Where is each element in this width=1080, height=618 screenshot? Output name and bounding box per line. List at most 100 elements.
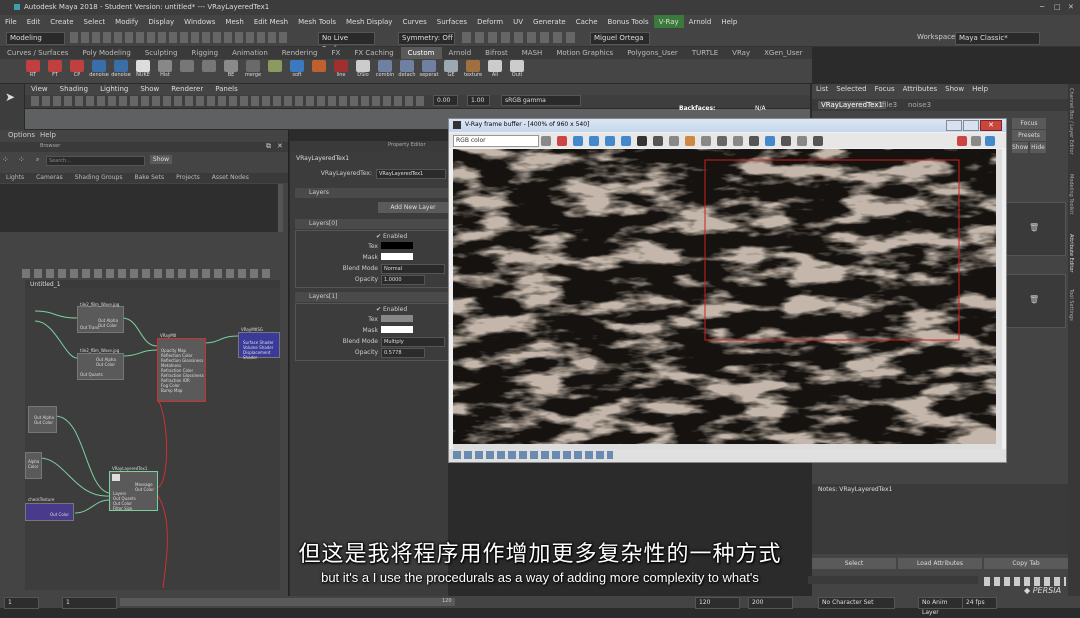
menu-surfaces[interactable]: Surfaces <box>432 15 472 28</box>
shelf-tab-custom[interactable]: Custom <box>400 47 442 59</box>
trash-icon[interactable]: 🗑 <box>1029 223 1039 232</box>
vfb-tool-icon[interactable] <box>557 136 567 146</box>
fps-dropdown[interactable]: 24 fps <box>962 597 997 609</box>
user-account[interactable]: Miguel Ortega <box>590 32 650 45</box>
hypershade-menu-options[interactable]: Options <box>8 131 35 139</box>
shelf-tab-vray[interactable]: VRay <box>725 47 757 59</box>
shelf-button-icon[interactable] <box>356 60 370 72</box>
vfb-tool-icon[interactable] <box>685 136 695 146</box>
browser-tab-asset-nodes[interactable]: Asset Nodes <box>206 173 255 182</box>
browser-content[interactable] <box>0 184 283 232</box>
shelf-button-icon[interactable] <box>290 60 304 72</box>
browser-show-button[interactable]: Show <box>150 155 172 164</box>
layer0-opacity-field[interactable]: 1.0000 <box>381 275 425 285</box>
shelf-button-icon[interactable] <box>466 60 480 72</box>
texture-node-1[interactable]: tile2_fBm_Wave.jpg Out Alpha Out Color Ou… <box>77 302 124 333</box>
vfb-minimize-icon[interactable] <box>946 120 962 131</box>
shelf-tab-motion-graphics[interactable]: Motion Graphics <box>549 47 620 59</box>
browser-tools-icon-2[interactable]: ⁘ <box>18 155 25 164</box>
vfb-tool-icon[interactable] <box>813 136 823 146</box>
browser-tools-icon[interactable]: ⁘ <box>2 155 9 164</box>
show-button[interactable]: Show <box>1012 142 1028 153</box>
vray-layered-tex-node[interactable]: VRayLayeredTex1 Message Out Color Layers O… <box>109 466 158 511</box>
layers-section-header[interactable]: Layers <box>295 188 448 198</box>
browser-tab-bake-sets[interactable]: Bake Sets <box>128 173 170 182</box>
shelf-button-icon[interactable] <box>268 60 282 72</box>
layer1-header[interactable]: Layers[1] <box>295 292 448 302</box>
hypershade-menu-help[interactable]: Help <box>40 131 56 139</box>
close-icon[interactable]: ✕ <box>1068 3 1074 11</box>
statusline-tools[interactable] <box>70 32 290 43</box>
vraylayeredtex-field[interactable]: VRayLayeredTex1 <box>376 169 446 179</box>
node-port[interactable]: Filter Size <box>113 506 136 511</box>
menu-mesh-tools[interactable]: Mesh Tools <box>293 15 341 28</box>
shelf-button-icon[interactable] <box>246 60 260 72</box>
browser-scrollbar[interactable] <box>278 184 283 232</box>
shelf-tab-xgen-user[interactable]: XGen_User <box>757 47 809 59</box>
texture-node-4[interactable]: Alpha Color <box>25 452 42 479</box>
attr-menu-selected[interactable]: Selected <box>832 84 870 95</box>
node-port[interactable]: Bump Map <box>161 388 204 393</box>
vfb-tool-icon[interactable] <box>621 136 631 146</box>
vfb-tool-icon[interactable] <box>733 136 743 146</box>
shelf-tab-polygons-user[interactable]: Polygons_User <box>620 47 685 59</box>
side-tab-modeling-toolkit[interactable]: Modeling Toolkit <box>1068 174 1074 214</box>
panel-menu-lighting[interactable]: Lighting <box>94 84 134 95</box>
menu-v-ray[interactable]: V-Ray <box>653 15 684 28</box>
layer1-opacity-field[interactable]: 0.5778 <box>381 348 425 358</box>
add-new-layer-button[interactable]: Add New Layer <box>378 202 448 213</box>
maximize-icon[interactable]: □ <box>1054 3 1061 11</box>
shelf-tab-sculpting[interactable]: Sculpting <box>138 47 185 59</box>
shelf-button-icon[interactable] <box>422 60 436 72</box>
render-tools[interactable] <box>462 32 577 43</box>
shelf-button-icon[interactable] <box>48 60 62 72</box>
shelf-button-icon[interactable] <box>510 60 524 72</box>
texture-node-3[interactable]: Out Alpha Out Color <box>28 406 57 433</box>
shelf-tab-mash[interactable]: MASH <box>515 47 550 59</box>
browser-search-input[interactable]: Search... <box>46 156 145 166</box>
character-set-dropdown[interactable]: No Character Set <box>818 597 895 609</box>
gamma-field[interactable]: 1.00 <box>467 95 490 106</box>
workspace-dropdown[interactable]: Maya Classic* <box>955 32 1040 45</box>
symmetry-dropdown[interactable]: Symmetry: Off <box>398 32 455 45</box>
layer1-tex-swatch[interactable] <box>381 315 413 322</box>
minimize-icon[interactable]: ─ <box>1040 3 1044 11</box>
start-frame-field[interactable]: 1 <box>4 597 39 609</box>
vfb-vscrollbar[interactable] <box>996 149 1002 449</box>
menu-windows[interactable]: Windows <box>179 15 220 28</box>
graph-tool-icons[interactable] <box>22 269 272 278</box>
menu-cache[interactable]: Cache <box>571 15 603 28</box>
vfb-tool-icon[interactable] <box>781 136 791 146</box>
tab-file3[interactable]: file3 <box>882 101 897 109</box>
shelf-button-icon[interactable] <box>202 60 216 72</box>
shelf-tab-poly-modeling[interactable]: Poly Modeling <box>75 47 137 59</box>
vfb-tool-icon[interactable] <box>701 136 711 146</box>
shelf-tab-turtle[interactable]: TURTLE <box>685 47 725 59</box>
node-port[interactable]: Displacement Shader <box>243 350 279 360</box>
vfb-tool-icon[interactable] <box>653 136 663 146</box>
panel-menu-renderer[interactable]: Renderer <box>165 84 209 95</box>
menu-uv[interactable]: UV <box>508 15 528 28</box>
menu-modify[interactable]: Modify <box>110 15 143 28</box>
shelf-button-icon[interactable] <box>136 60 150 72</box>
select-tool-icon[interactable]: ➤ <box>5 90 19 104</box>
menu-create[interactable]: Create <box>45 15 78 28</box>
layer0-enabled-checkbox[interactable]: ✔ Enabled <box>376 233 407 240</box>
attr-menu-list[interactable]: List <box>812 84 832 95</box>
vfb-tool-icon[interactable] <box>797 136 807 146</box>
vfb-tool-icon[interactable] <box>669 136 679 146</box>
layer0-header[interactable]: Layers[0] <box>295 219 448 229</box>
vfb-tool-icon[interactable] <box>957 136 967 146</box>
menu-mesh[interactable]: Mesh <box>220 15 248 28</box>
vfb-tool-icon[interactable] <box>971 136 981 146</box>
menu-edit-mesh[interactable]: Edit Mesh <box>249 15 293 28</box>
max-frame-field[interactable]: 200 <box>748 597 793 609</box>
menu-help[interactable]: Help <box>716 15 742 28</box>
menu-generate[interactable]: Generate <box>528 15 571 28</box>
vray-mtl-node[interactable]: VRayMtl Opacity Map Reflection Color Refle… <box>157 333 206 402</box>
panel-menu-view[interactable]: View <box>25 84 54 95</box>
float-panel-icon[interactable]: ⧉ <box>266 142 271 151</box>
shelf-tab-arnold[interactable]: Arnold <box>442 47 479 59</box>
layer1-mask-swatch[interactable] <box>381 326 413 333</box>
layer0-mask-swatch[interactable] <box>381 253 413 260</box>
